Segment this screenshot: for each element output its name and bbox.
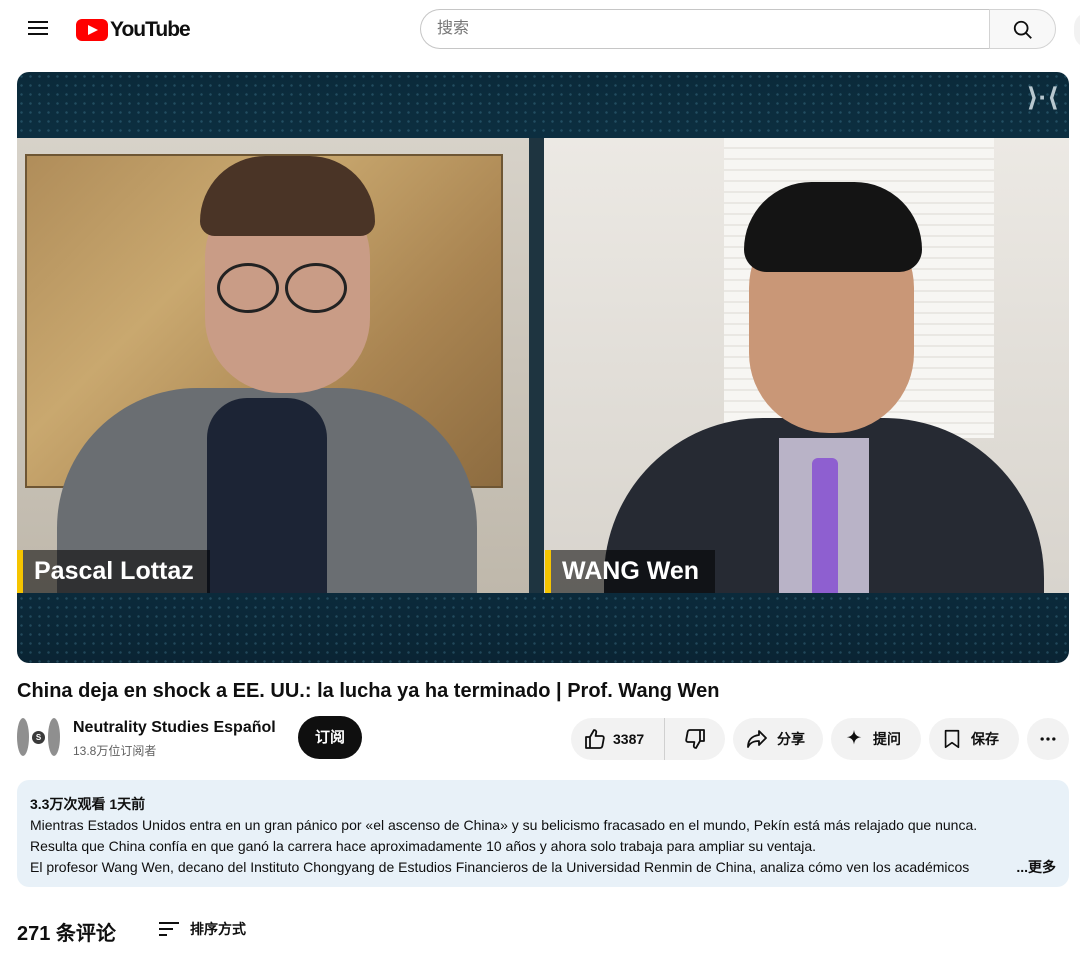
- speaker-nameplate-right: WANG Wen: [545, 550, 716, 593]
- subscriber-count: 13.8万位订阅者: [73, 744, 157, 758]
- hamburger-menu-icon[interactable]: [26, 18, 50, 42]
- channel-avatar[interactable]: S: [17, 718, 61, 758]
- more-horizontal-icon: [1040, 737, 1056, 741]
- channel-watermark: ⟩·⟨: [1026, 82, 1059, 112]
- search-input[interactable]: [420, 9, 990, 49]
- dislike-button[interactable]: [665, 718, 725, 760]
- like-dislike-group: 3387: [571, 718, 725, 760]
- comments-header: 271 条评论 排序方式: [17, 916, 417, 946]
- save-button[interactable]: 保存: [929, 718, 1019, 760]
- speaker-nameplate-left: Pascal Lottaz: [17, 550, 210, 593]
- like-count: 3387: [613, 731, 645, 747]
- description-box[interactable]: 3.3万次观看 1天前 Mientras Estados Unidos entr…: [17, 780, 1069, 887]
- share-button[interactable]: 分享: [733, 718, 823, 760]
- more-actions-button[interactable]: [1027, 718, 1069, 760]
- thumbs-up-icon: [585, 729, 605, 749]
- top-bar: YouTube: [0, 0, 1080, 60]
- view-count-and-date: 3.3万次观看 1天前: [30, 796, 146, 812]
- search-bar: [420, 9, 1056, 49]
- left-speaker-feed: [17, 138, 529, 593]
- ask-button[interactable]: 提问: [831, 718, 921, 760]
- right-speaker-feed: [544, 138, 1069, 593]
- thumbs-down-icon: [685, 729, 705, 749]
- subscribe-button[interactable]: 订阅: [298, 716, 362, 759]
- sort-comments-button[interactable]: 排序方式: [158, 916, 246, 942]
- channel-name[interactable]: Neutrality Studies Español: [73, 719, 276, 737]
- search-button[interactable]: [989, 9, 1056, 49]
- video-title: China deja en shock a EE. UU.: la lucha …: [17, 680, 720, 702]
- channel-row: S Neutrality Studies Español 13.8万位订阅者 订…: [17, 716, 1069, 764]
- video-player[interactable]: Pascal Lottaz WANG Wen ⟩·⟨: [17, 72, 1069, 663]
- description-line-2: Resulta que China confía en que ganó la …: [30, 838, 817, 854]
- sort-lines-icon: [159, 922, 179, 936]
- sparkle-icon: [846, 729, 862, 745]
- description-line-3: El profesor Wang Wen, decano del Institu…: [30, 859, 970, 875]
- bookmark-icon: [944, 729, 960, 749]
- search-icon: [1013, 20, 1032, 39]
- youtube-play-icon: [76, 19, 108, 41]
- description-line-1: Mientras Estados Unidos entra en un gran…: [30, 817, 978, 833]
- like-button[interactable]: 3387: [571, 718, 665, 760]
- show-more-link[interactable]: ...更多: [1016, 857, 1056, 878]
- logo-text: YouTube: [110, 18, 191, 41]
- youtube-logo[interactable]: YouTube: [76, 18, 191, 41]
- glasses: [207, 263, 357, 313]
- comment-count: 271 条评论: [17, 923, 116, 945]
- share-arrow-icon: [747, 730, 767, 748]
- voice-search-button[interactable]: [1074, 12, 1080, 48]
